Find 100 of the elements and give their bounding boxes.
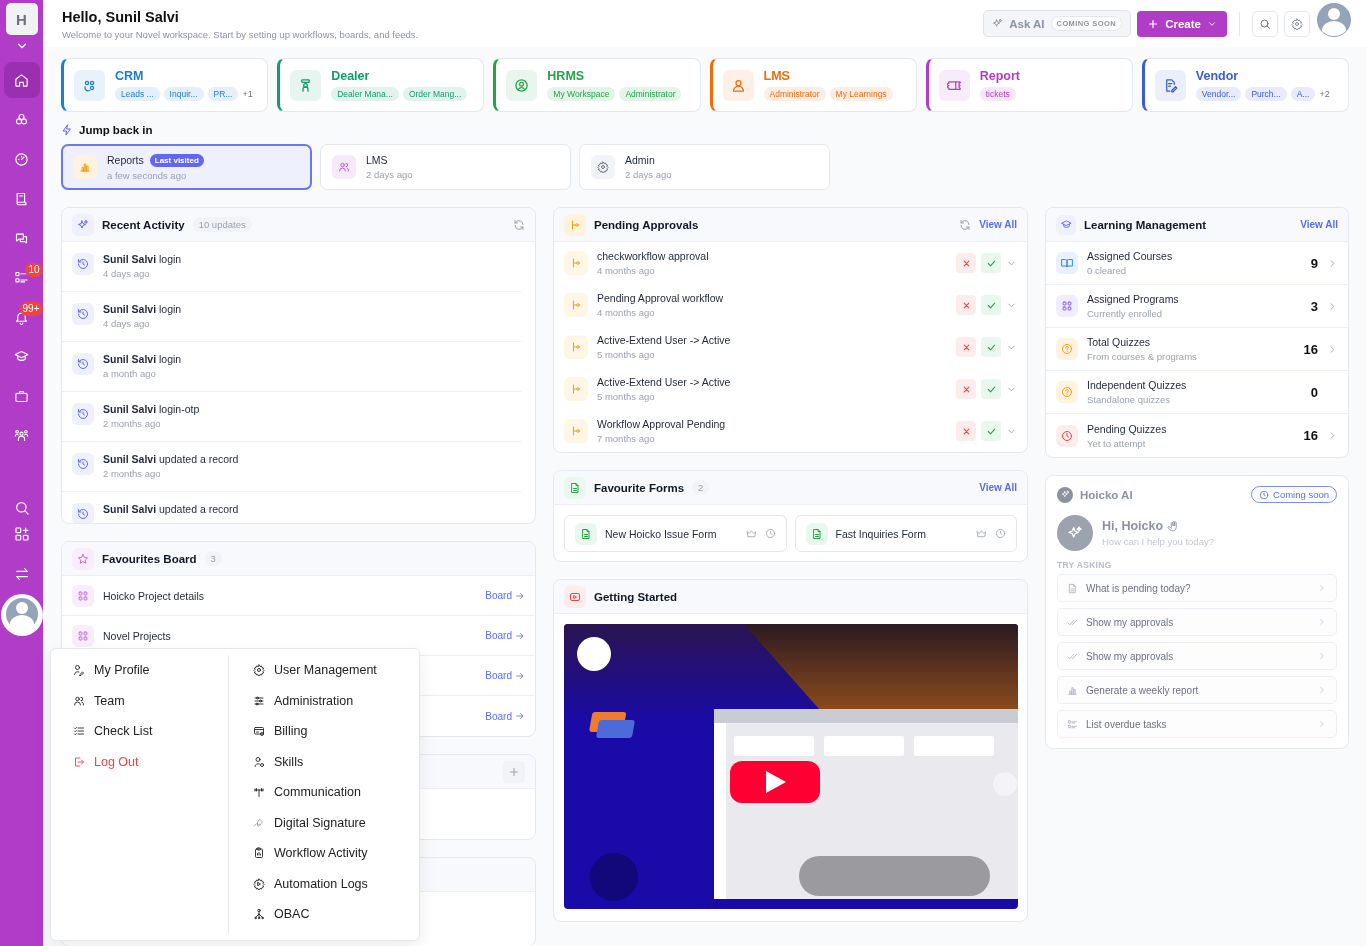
grid-icon	[1056, 295, 1078, 317]
menu-item[interactable]: Skills	[253, 746, 419, 777]
menu-item[interactable]: Automation Logs	[253, 868, 419, 899]
document-icon	[1067, 582, 1078, 594]
view-all-link[interactable]: View All	[979, 219, 1017, 230]
refresh-icon[interactable]	[959, 218, 972, 231]
board-link[interactable]: Board	[485, 590, 525, 601]
tag[interactable]: Inquir...	[163, 87, 204, 101]
menu-item[interactable]: OBAC	[253, 899, 419, 930]
reject-button[interactable]	[956, 379, 976, 399]
count-badge: 99+	[19, 302, 43, 316]
approve-button[interactable]	[981, 253, 1001, 273]
tag[interactable]: Dealer Mana...	[331, 87, 399, 101]
clock-icon[interactable]	[764, 528, 776, 539]
nav-button[interactable]: 10	[3, 259, 40, 296]
chevron-right-icon	[1317, 651, 1327, 661]
nav-button[interactable]	[3, 62, 40, 98]
recent-page-card[interactable]: Admin 2 days ago	[579, 144, 830, 190]
menu-item[interactable]: Workflow Activity	[253, 838, 419, 869]
avatar-icon[interactable]	[1316, 2, 1352, 38]
approval-title: Pending Approval workflow	[597, 292, 724, 304]
document-pen-icon	[1154, 69, 1186, 101]
form-card[interactable]: New Hoicko Issue Form	[564, 515, 787, 552]
form-card[interactable]: Fast Inquiries Form	[794, 515, 1017, 552]
settings-button[interactable]	[1284, 10, 1310, 37]
clock-icon[interactable]	[995, 528, 1006, 539]
app-card[interactable]: Report tickets	[925, 58, 1133, 112]
panel-title: Pending Approvals	[594, 218, 699, 231]
recent-page-card[interactable]: Reports Last visited a few seconds ago	[61, 144, 312, 190]
menu-item[interactable]: Log Out	[73, 746, 228, 777]
reject-button[interactable]	[956, 337, 976, 357]
tag[interactable]: Vendor...	[1195, 87, 1242, 101]
menu-item[interactable]: Communication	[253, 777, 419, 808]
approval-time: 5 months ago	[597, 391, 656, 402]
learning-row[interactable]: Pending Quizzes Yet to attempt 16	[1046, 414, 1348, 457]
tag[interactable]: My Learnings	[829, 87, 893, 101]
learning-row[interactable]: Assigned Courses 0 cleared 9	[1046, 242, 1348, 285]
reject-button[interactable]	[956, 421, 976, 441]
gear-icon	[253, 877, 265, 890]
branch-icon	[564, 377, 588, 401]
chevron-right-icon	[1317, 617, 1327, 627]
tag[interactable]: Administrator	[763, 87, 826, 101]
app-card[interactable]: Dealer Dealer Mana... Order Mang...	[277, 58, 485, 112]
learning-count: 16	[1303, 428, 1318, 443]
tag[interactable]: Purch...	[1245, 87, 1287, 101]
learning-row[interactable]: Independent Quizzes Standalone quizzes 0	[1046, 371, 1348, 414]
arrow-right-icon	[515, 590, 525, 601]
clipboard-icon	[253, 847, 265, 860]
learning-subtitle: Currently enrolled	[1087, 308, 1163, 319]
reject-button[interactable]	[956, 295, 976, 315]
tag[interactable]: Leads ...	[115, 87, 160, 101]
tag[interactable]: A...	[1290, 87, 1316, 101]
add-button[interactable]	[503, 760, 525, 783]
board-link[interactable]: Board	[485, 630, 525, 641]
approval-title: Active-Extend User -> Active	[597, 376, 731, 388]
tag[interactable]: Order Mang...	[402, 87, 468, 101]
tag[interactable]: My Workspace	[547, 87, 616, 101]
visited-time: 2 days ago	[625, 169, 672, 180]
ticket-icon	[938, 69, 970, 101]
app-card[interactable]: Vendor Vendor... Purch... A... +2	[1141, 58, 1349, 112]
board-link[interactable]: Board	[485, 710, 525, 722]
menu-item[interactable]: Billing	[253, 716, 419, 747]
menu-item[interactable]: Administration	[253, 685, 419, 716]
app-card[interactable]: LMS Administrator My Learnings	[709, 58, 917, 112]
tag[interactable]: Administrator	[619, 87, 682, 101]
activity-time: 2 months ago	[103, 468, 162, 479]
learning-row[interactable]: Assigned Programs Currently enrolled 3	[1046, 285, 1348, 328]
app-card[interactable]: CRM Leads ... Inquir... PR... +1	[61, 58, 269, 112]
menu-item[interactable]: Team	[73, 685, 228, 716]
create-button[interactable]: Create	[1137, 10, 1227, 37]
crown-icon[interactable]	[976, 528, 987, 539]
approve-button[interactable]	[981, 337, 1001, 357]
menu-item[interactable]: User Management	[253, 655, 419, 686]
welcome-text: Welcome to your Novel workspace. Start by setting up workflows, boards, and feeds.	[62, 29, 419, 40]
learning-row[interactable]: Total Quizzes From courses & programs 16	[1046, 328, 1348, 371]
approve-button[interactable]	[981, 421, 1001, 441]
recent-page-card[interactable]: LMS 2 days ago	[320, 144, 571, 190]
nav-button[interactable]: 99+	[3, 299, 40, 335]
app-card[interactable]: HRMS My Workspace Administrator	[493, 58, 701, 112]
menu-item[interactable]: Digital Signature	[253, 807, 419, 838]
avatar-icon[interactable]	[0, 593, 43, 636]
logo[interactable]: H	[5, 3, 38, 35]
tag[interactable]: tickets	[979, 87, 1016, 101]
graduation-cap-icon	[1056, 214, 1076, 235]
activity-time: 4 days ago	[103, 318, 151, 329]
person-icon	[722, 69, 754, 101]
menu-item[interactable]: Check List	[73, 716, 228, 747]
search-button[interactable]	[1252, 10, 1278, 37]
menu-item[interactable]: My Profile	[73, 655, 228, 686]
page-name: Reports	[107, 154, 144, 166]
team-icon	[14, 428, 29, 443]
tag[interactable]: PR...	[207, 87, 239, 101]
view-all-link[interactable]: View All	[1300, 219, 1338, 230]
crown-icon[interactable]	[745, 528, 757, 539]
refresh-icon[interactable]	[513, 218, 525, 231]
approve-button[interactable]	[981, 379, 1001, 399]
approve-button[interactable]	[981, 295, 1001, 315]
view-all-link[interactable]: View All	[979, 482, 1017, 493]
reject-button[interactable]	[956, 253, 976, 273]
board-link[interactable]: Board	[485, 670, 525, 681]
